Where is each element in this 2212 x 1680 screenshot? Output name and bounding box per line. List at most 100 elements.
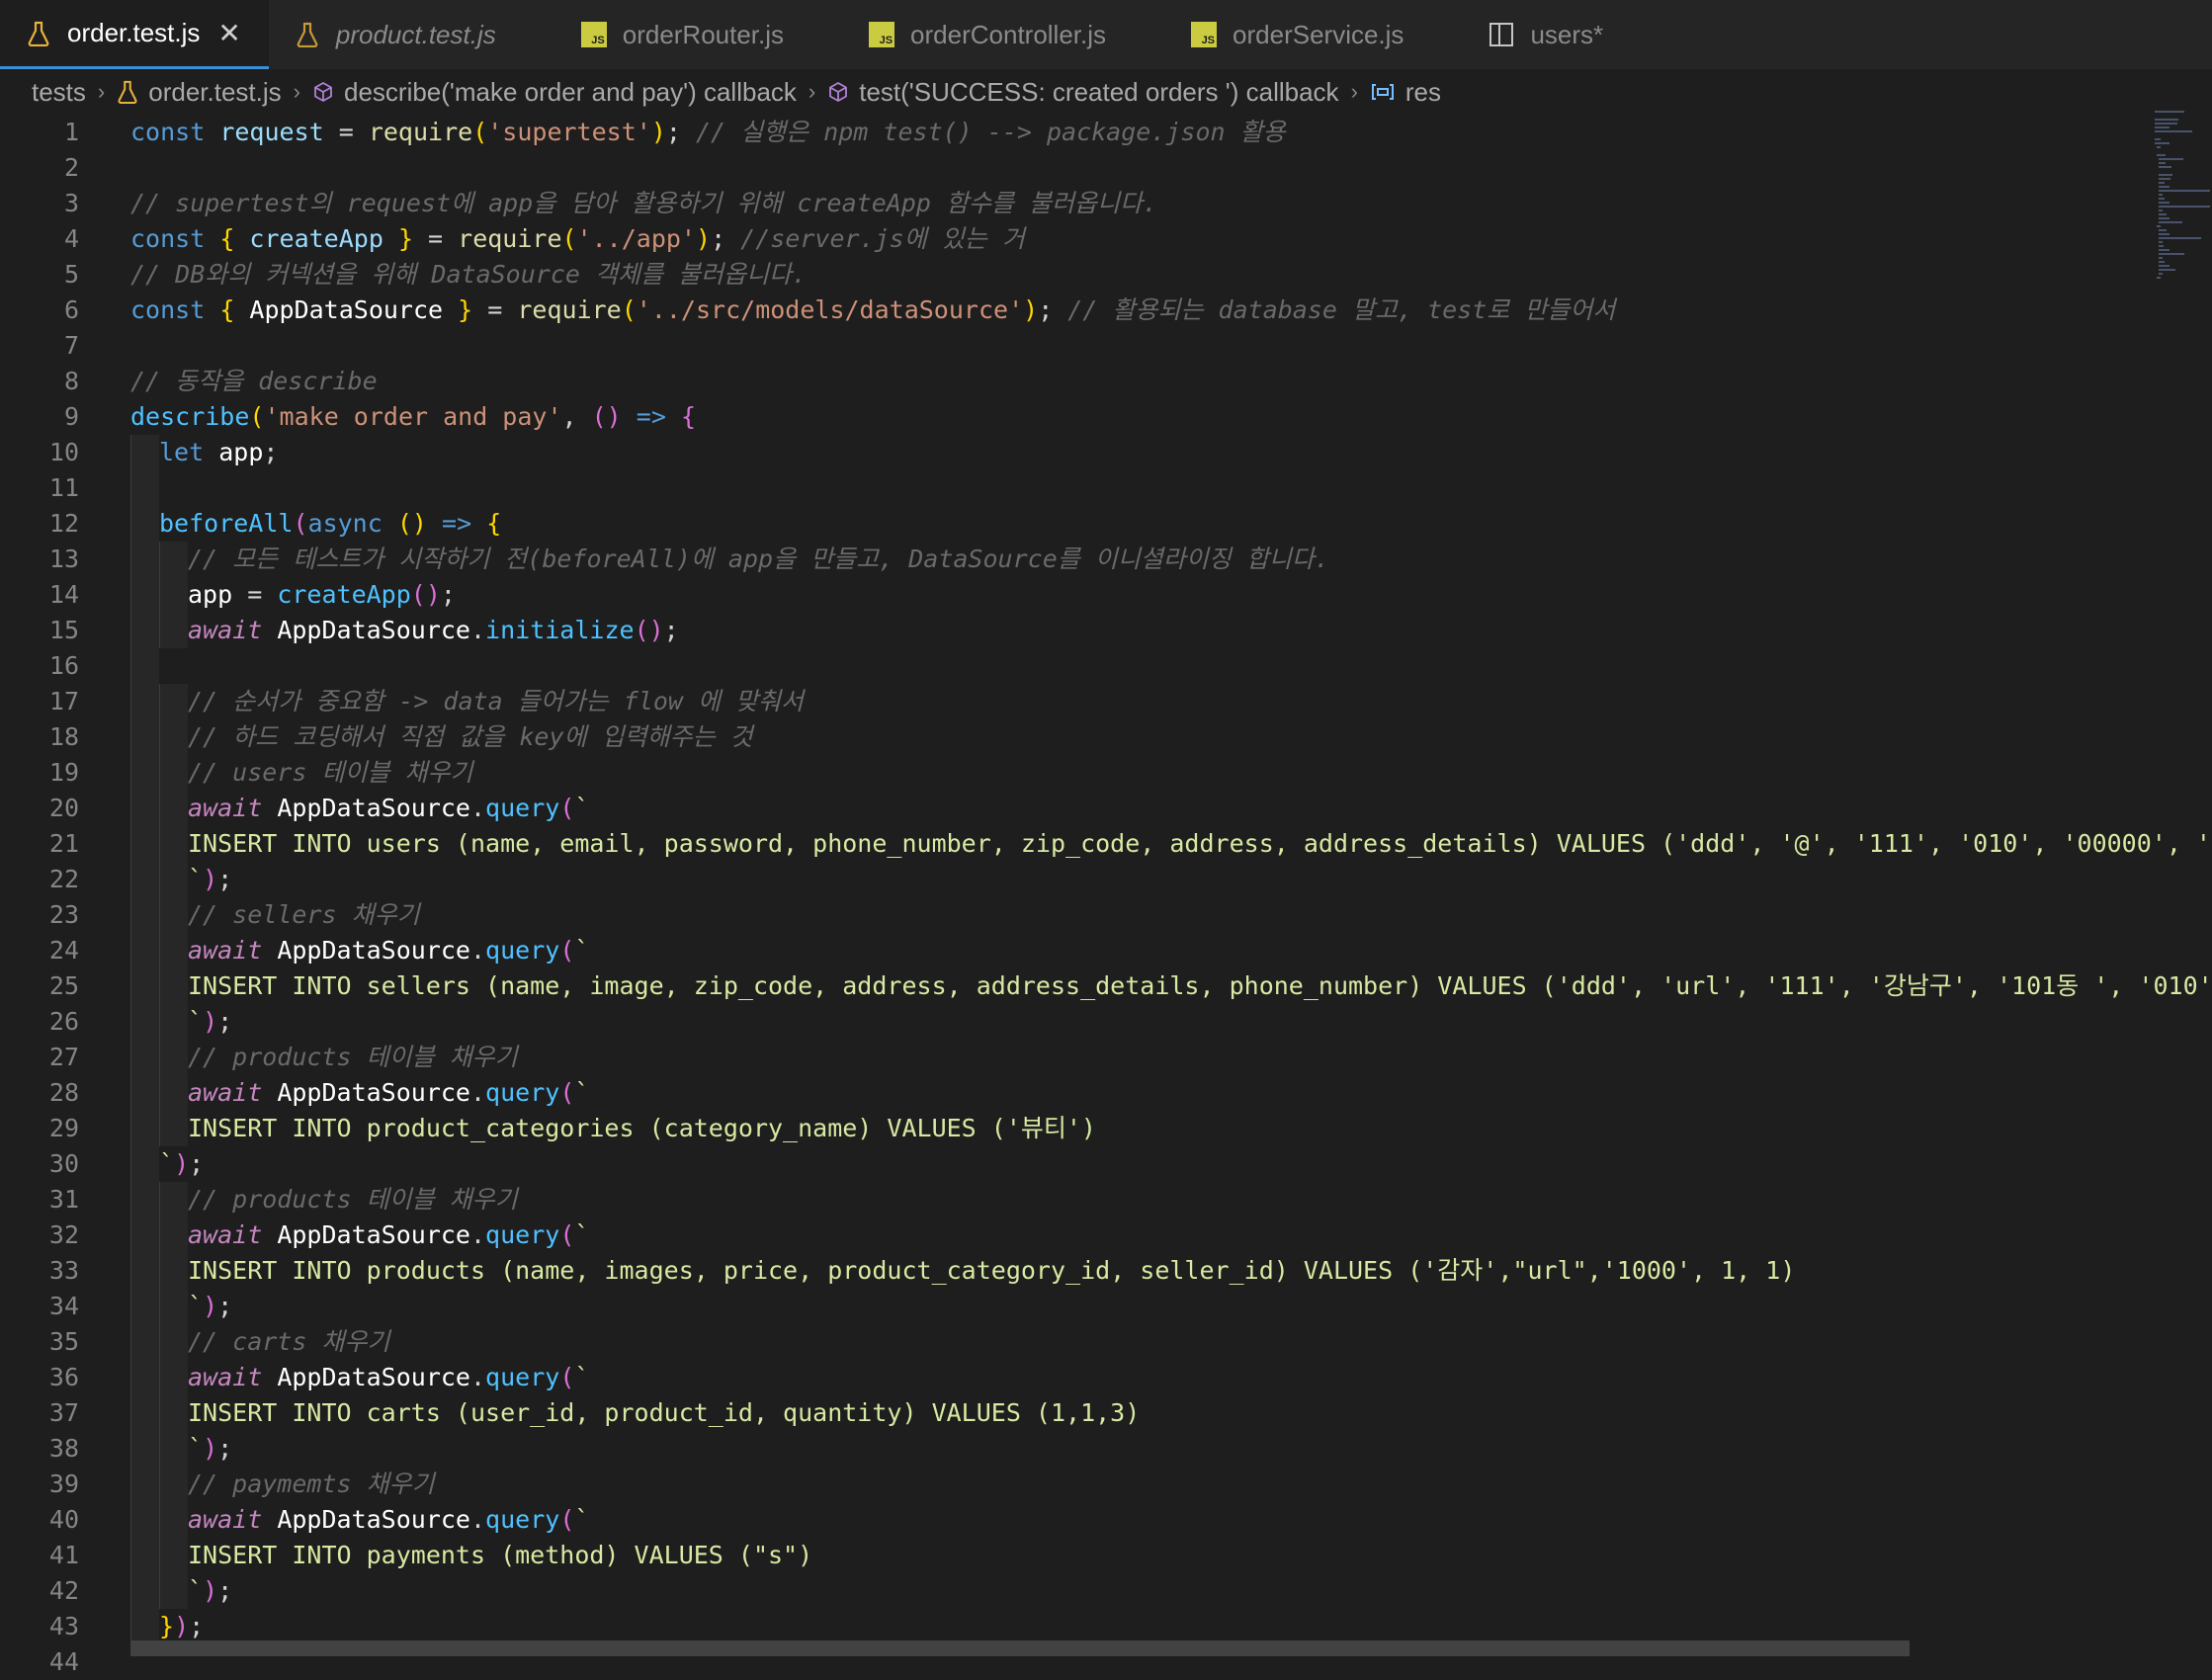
code-line[interactable]: 10 let app; <box>0 435 2155 470</box>
indent-guide <box>130 1538 159 1573</box>
code-line[interactable]: 14 app = createApp(); <box>0 577 2155 613</box>
indent-guide <box>130 826 159 862</box>
code-line[interactable]: 26 `); <box>0 1004 2155 1040</box>
code-line[interactable]: 29 INSERT INTO product_categories (catego… <box>0 1111 2155 1146</box>
indent-guide <box>130 435 159 470</box>
close-icon[interactable]: ✕ <box>217 17 240 49</box>
code-line[interactable]: 18 // 하드 코딩해서 직접 값을 key에 입력해주는 것 <box>0 719 2155 755</box>
tab-order-service[interactable]: JS orderService.js <box>1134 0 1431 69</box>
tab-order-test[interactable]: order.test.js ✕ <box>0 0 269 69</box>
code-line[interactable]: 28 await AppDataSource.query(` <box>0 1075 2155 1111</box>
line-number: 10 <box>48 438 79 466</box>
code-text: await AppDataSource.initialize(); <box>188 616 679 644</box>
code-line[interactable]: 12 beforeAll(async () => { <box>0 506 2155 542</box>
tab-users[interactable]: users* <box>1431 0 1631 69</box>
line-number: 22 <box>48 865 79 893</box>
code-line[interactable]: 24 await AppDataSource.query(` <box>0 933 2155 968</box>
indent-guide <box>159 1075 188 1111</box>
breadcrumb-file[interactable]: order.test.js <box>117 77 282 108</box>
code-text: INSERT INTO users (name, email, password… <box>188 829 2212 858</box>
indent-guide <box>159 1502 188 1538</box>
code-line[interactable]: 15 await AppDataSource.initialize(); <box>0 613 2155 648</box>
indent-guide <box>159 542 188 577</box>
code-text: // 모든 테스트가 시작하기 전(beforeAll)에 app을 만들고, … <box>188 545 1329 573</box>
line-number: 18 <box>48 722 79 751</box>
tab-product-test[interactable]: product.test.js <box>269 0 524 69</box>
line-number: 42 <box>48 1576 79 1605</box>
code-line[interactable]: 35 // carts 채우기 <box>0 1324 2155 1360</box>
code-line[interactable]: 13 // 모든 테스트가 시작하기 전(beforeAll)에 app을 만들고… <box>0 542 2155 577</box>
indent-guide <box>130 684 159 719</box>
line-number: 43 <box>48 1612 79 1640</box>
breadcrumb-tests[interactable]: tests <box>32 77 86 108</box>
indent-guide <box>159 1218 188 1253</box>
code-text: `); <box>188 865 233 893</box>
code-text: await AppDataSource.query(` <box>188 1220 590 1249</box>
code-line[interactable]: 43}); <box>0 1609 2155 1644</box>
code-text: describe('make order and pay', () => { <box>130 402 697 431</box>
tab-order-controller[interactable]: JS orderController.js <box>811 0 1134 69</box>
tab-order-router[interactable]: JS orderRouter.js <box>524 0 811 69</box>
code-line[interactable]: 39 // paymemts 채우기 <box>0 1467 2155 1502</box>
indent-guide <box>130 1040 159 1075</box>
breadcrumb: tests › order.test.js › describe('make o… <box>0 69 2212 115</box>
code-line[interactable]: 19 // users 테이블 채우기 <box>0 755 2155 791</box>
horizontal-scrollbar[interactable] <box>130 1640 1910 1656</box>
indent-guide <box>130 577 159 613</box>
breadcrumb-test[interactable]: test('SUCCESS: created orders ') callbac… <box>827 77 1339 108</box>
minimap[interactable] <box>2153 111 2212 407</box>
js-file-icon: JS <box>1189 20 1219 49</box>
code-text: `); <box>188 1576 233 1605</box>
indent-guide <box>130 933 159 968</box>
code-line[interactable]: 17 // 순서가 중요함 -> data 들어가는 flow 에 맞춰서 <box>0 684 2155 719</box>
code-line[interactable]: 27 // products 테이블 채우기 <box>0 1040 2155 1075</box>
minimap-line <box>2155 111 2184 113</box>
breadcrumb-describe[interactable]: describe('make order and pay') callback <box>312 77 797 108</box>
code-line[interactable]: 8 // 동작을 describe <box>0 364 2155 399</box>
code-line[interactable]: 32 await AppDataSource.query(` <box>0 1218 2155 1253</box>
code-line[interactable]: 22 `); <box>0 862 2155 897</box>
code-text: await AppDataSource.query(` <box>188 936 590 965</box>
code-line[interactable]: 38 `); <box>0 1431 2155 1467</box>
code-line[interactable]: 41 INSERT INTO payments (method) VALUES (… <box>0 1538 2155 1573</box>
code-line[interactable]: 16 <box>0 648 2155 684</box>
code-line[interactable]: 37 INSERT INTO carts (user_id, product_id… <box>0 1395 2155 1431</box>
code-line[interactable]: 2 <box>0 150 2155 186</box>
code-line[interactable]: 36 await AppDataSource.query(` <box>0 1360 2155 1395</box>
indent-guide <box>130 1146 159 1182</box>
minimap-line <box>2159 257 2163 259</box>
minimap-line <box>2159 162 2166 164</box>
code-line[interactable]: 25 INSERT INTO sellers (name, image, zip_… <box>0 968 2212 1004</box>
code-line[interactable]: 5 // DB와의 커넥션을 위해 DataSource 객체를 불러옵니다. <box>0 257 2155 293</box>
indent-guide <box>159 1360 188 1395</box>
code-line[interactable]: 9 describe('make order and pay', () => { <box>0 399 2155 435</box>
code-line[interactable]: 11 <box>0 470 2155 506</box>
indent-guide <box>159 577 188 613</box>
code-editor[interactable]: 1 const request = require('supertest'); /… <box>0 115 2212 1676</box>
code-line[interactable]: 3 // supertest의 request에 app을 담아 활용하기 위해 … <box>0 186 2155 221</box>
code-line[interactable]: 21 INSERT INTO users (name, email, passwo… <box>0 826 2212 862</box>
code-line[interactable]: 42 `); <box>0 1573 2155 1609</box>
code-line[interactable]: 23 // sellers 채우기 <box>0 897 2155 933</box>
indent-guide <box>159 1004 188 1040</box>
indent-guide <box>159 897 188 933</box>
code-line[interactable]: 4 const { createApp } = require('../app')… <box>0 221 2155 257</box>
code-line[interactable]: 6 const { AppDataSource } = require('../s… <box>0 293 2155 328</box>
code-line[interactable]: 30 `); <box>0 1146 2155 1182</box>
minimap-line <box>2159 190 2210 192</box>
cube-icon <box>312 81 334 103</box>
code-line[interactable]: 1 const request = require('supertest'); /… <box>0 115 2155 150</box>
code-line[interactable]: 40 await AppDataSource.query(` <box>0 1502 2155 1538</box>
minimap-line <box>2157 146 2161 148</box>
code-text: const { AppDataSource } = require('../sr… <box>130 295 1616 324</box>
line-number: 29 <box>48 1114 79 1142</box>
code-line[interactable]: 33 INSERT INTO products (name, images, pr… <box>0 1253 2155 1289</box>
code-line[interactable]: 7 <box>0 328 2155 364</box>
tab-label: orderService.js <box>1233 19 1404 49</box>
code-line[interactable]: 34 `); <box>0 1289 2155 1324</box>
breadcrumb-res[interactable]: res <box>1370 77 1441 108</box>
minimap-line <box>2159 273 2163 275</box>
code-line[interactable]: 20 await AppDataSource.query(` <box>0 791 2155 826</box>
minimap-line <box>2159 241 2163 243</box>
code-line[interactable]: 31 // products 테이블 채우기 <box>0 1182 2155 1218</box>
